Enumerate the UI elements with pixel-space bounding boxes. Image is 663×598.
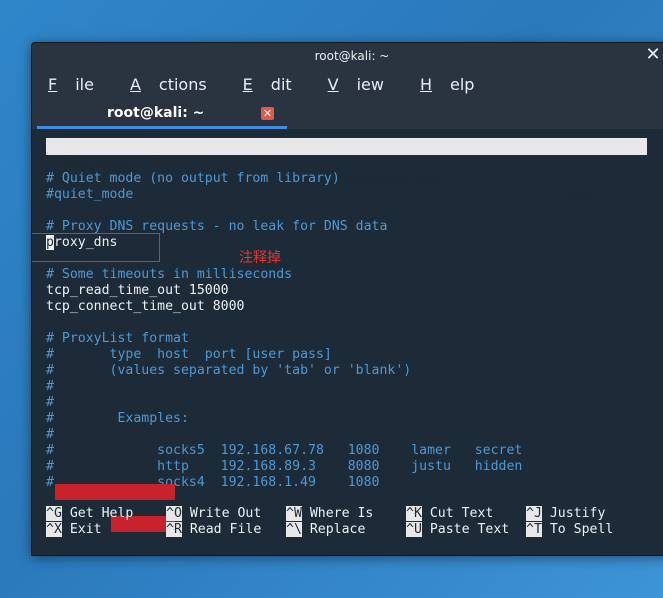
menu-actions[interactable]: Actions xyxy=(130,75,225,94)
shortcut-exit[interactable]: ^X Exit xyxy=(46,522,102,538)
shortcut-where-is[interactable]: ^W Where Is xyxy=(286,506,373,522)
tab-label: root@kali: ~ xyxy=(107,105,205,121)
editor-line: #quiet_mode xyxy=(46,187,133,203)
shortcut-read-file[interactable]: ^R Read File xyxy=(166,522,261,538)
terminal-window: root@kali: ~ ✕ File Actions Edit View He… xyxy=(31,42,663,556)
tab-root-kali[interactable]: root@kali: ~ ✕ xyxy=(37,99,287,129)
menu-edit[interactable]: Edit xyxy=(243,75,310,94)
editor-line: # socks5 192.168.67.78 1080 lamer secret xyxy=(46,443,522,459)
menu-view[interactable]: View xyxy=(328,75,402,94)
shortcut-write-out[interactable]: ^O Write Out xyxy=(166,506,261,522)
editor-line: # type host port [user pass] xyxy=(46,347,332,363)
shortcut-replace[interactable]: ^\ Replace xyxy=(286,522,365,538)
shortcut-cut-text[interactable]: ^K Cut Text xyxy=(406,506,493,522)
editor-line-text: # type host port [user pass] xyxy=(46,347,332,362)
editor-line: # Examples: xyxy=(46,411,189,427)
shortcut-get-help[interactable]: ^G Get Help xyxy=(46,506,133,522)
title-bar: root@kali: ~ ✕ xyxy=(32,43,663,69)
editor-line-text: tcp_connect_time_out 8000 xyxy=(46,299,245,314)
shortcut-justify[interactable]: ^J Justify xyxy=(526,506,605,522)
editor-line-text: # ProxyList format xyxy=(46,331,189,346)
editor-line-text: tcp_read_time_out 15000 xyxy=(46,283,229,298)
redaction-bar xyxy=(55,484,175,500)
editor-line: # xyxy=(46,395,54,411)
nano-status: Modified xyxy=(566,190,630,205)
tab-bar: root@kali: ~ ✕ xyxy=(32,99,663,129)
editor-line-text: # http 192.168.89.3 8080 justu hidden xyxy=(46,459,523,474)
nano-shortcuts: ^G Get Help ^O Write Out ^W Where Is ^K … xyxy=(46,506,646,540)
editor-line-text: # Proxy DNS requests - no leak for DNS d… xyxy=(46,219,388,234)
menu-help[interactable]: Help xyxy=(420,75,492,94)
editor-line: # http 192.168.89.3 8080 justu hidden xyxy=(46,459,522,475)
tab-close-icon[interactable]: ✕ xyxy=(261,107,274,120)
editor-line: # Some timeouts in milliseconds xyxy=(46,267,292,283)
editor-line: # Quiet mode (no output from library) xyxy=(46,171,340,187)
editor-line-text: # Some timeouts in milliseconds xyxy=(46,267,293,282)
editor-line: tcp_read_time_out 15000 xyxy=(46,283,229,299)
editor-line: # xyxy=(46,379,54,395)
window-title: root@kali: ~ xyxy=(314,49,390,63)
menu-file[interactable]: File xyxy=(48,75,112,94)
editor-line: # (values separated by 'tab' or 'blank') xyxy=(46,363,411,379)
window-close-icon[interactable]: ✕ xyxy=(644,46,662,64)
editor-line: # ProxyList format xyxy=(46,331,189,347)
highlight-box xyxy=(32,233,160,262)
editor-line-text: # xyxy=(46,379,54,394)
editor-line-text: # (values separated by 'tab' or 'blank') xyxy=(46,363,412,378)
editor-line-text: #quiet_mode xyxy=(46,187,134,202)
editor-line-text: # Examples: xyxy=(46,411,189,426)
nano-version: GNU nano 4.5 xyxy=(62,156,158,171)
editor-line: # xyxy=(46,427,54,443)
menu-bar: File Actions Edit View Help xyxy=(32,69,663,99)
nano-header: GNU nano 4.5 /etc/proxychains.conf Modif… xyxy=(46,138,647,205)
shortcut-to-spell[interactable]: ^T To Spell xyxy=(526,522,613,538)
annotation-note: 注释掉 xyxy=(239,250,281,266)
editor-line-text: # xyxy=(46,395,54,410)
editor-line-text: # xyxy=(46,427,54,442)
shortcut-paste-text[interactable]: ^U Paste Text xyxy=(406,522,509,538)
editor-line-text: # socks5 192.168.67.78 1080 lamer secret xyxy=(46,443,523,458)
terminal-area[interactable]: GNU nano 4.5 /etc/proxychains.conf Modif… xyxy=(32,129,663,555)
editor-line: tcp_connect_time_out 8000 xyxy=(46,299,245,315)
editor-line-text: # Quiet mode (no output from library) xyxy=(46,171,340,186)
